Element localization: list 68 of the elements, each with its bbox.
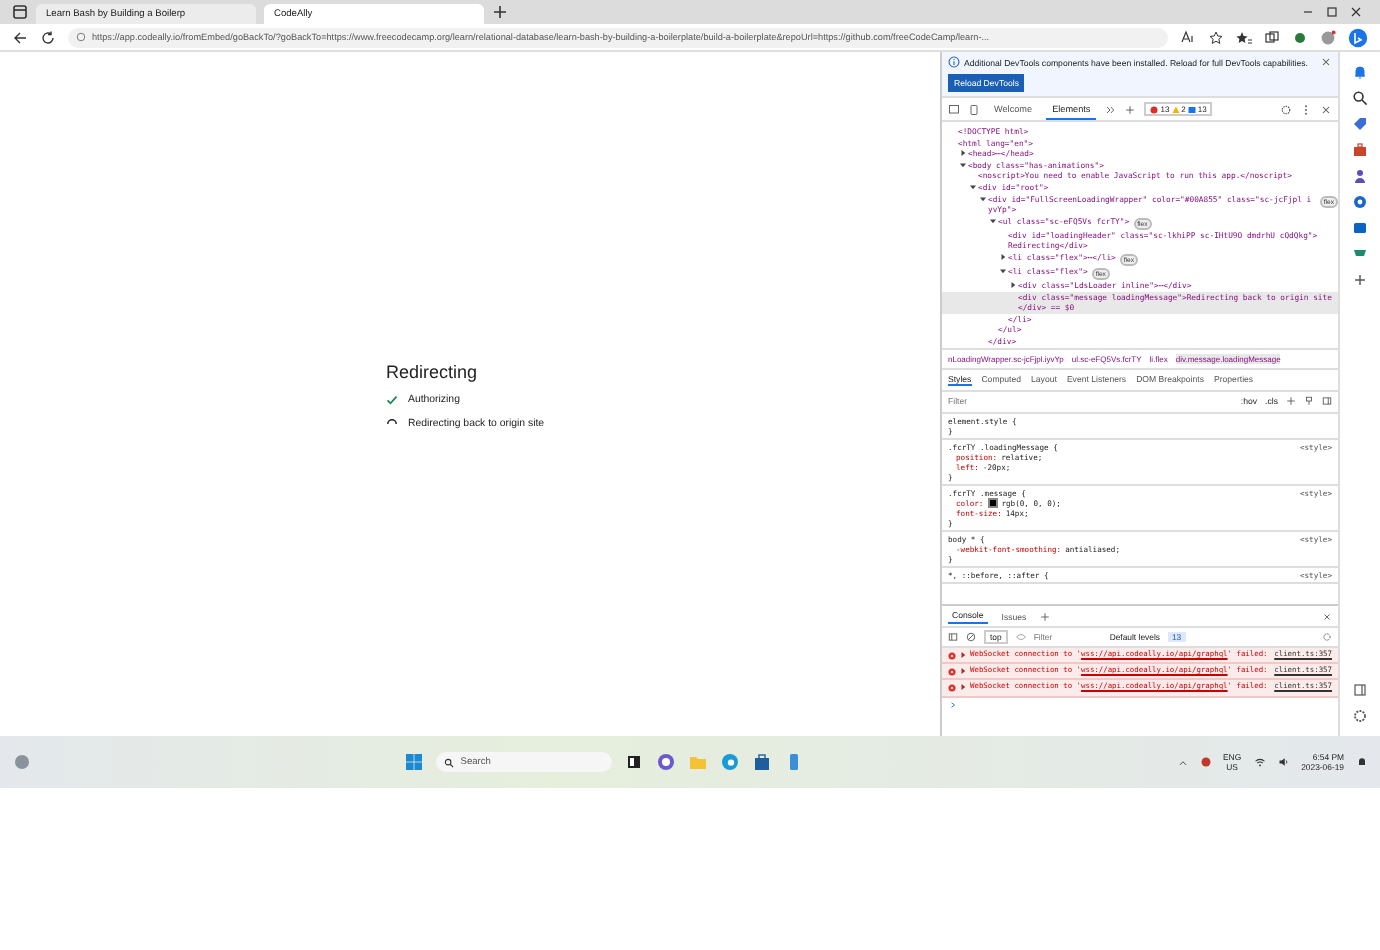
sidebar-toggle-icon[interactable] xyxy=(948,632,958,642)
add-icon[interactable] xyxy=(1124,103,1137,115)
info-icon xyxy=(1187,105,1196,113)
expand-triangle-icon[interactable] xyxy=(970,184,976,191)
expand-triangle-icon[interactable] xyxy=(960,652,966,658)
prompt-chevron-icon xyxy=(950,701,956,708)
expand-triangle-icon[interactable] xyxy=(990,218,996,225)
expand-triangle-icon[interactable] xyxy=(960,162,966,169)
more-tabs-icon[interactable] xyxy=(1104,103,1117,115)
tag-icon[interactable] xyxy=(1352,116,1368,132)
favorites-icon[interactable] xyxy=(1236,29,1252,45)
close-icon[interactable] xyxy=(1348,4,1364,20)
settings-icon[interactable] xyxy=(1280,103,1292,115)
expand-triangle-icon[interactable] xyxy=(1010,282,1016,289)
circle-icon[interactable] xyxy=(1352,194,1368,210)
expand-triangle-icon[interactable] xyxy=(1000,268,1006,275)
paint-icon[interactable] xyxy=(1304,396,1314,406)
store-icon[interactable] xyxy=(752,752,773,772)
color-swatch[interactable] xyxy=(987,497,998,507)
warning-icon xyxy=(1171,105,1180,113)
task-view-icon[interactable] xyxy=(624,752,645,772)
refresh-icon[interactable] xyxy=(40,29,56,45)
chevron-up-icon[interactable] xyxy=(1177,757,1187,767)
mail-icon[interactable] xyxy=(1352,220,1368,236)
error-icon xyxy=(948,684,956,693)
new-tab-icon[interactable] xyxy=(492,4,508,20)
add-icon[interactable] xyxy=(1352,272,1368,288)
close-icon[interactable] xyxy=(1320,56,1332,68)
expand-triangle-icon[interactable] xyxy=(960,150,966,157)
tab-actions-icon[interactable] xyxy=(12,4,28,20)
speaker-icon[interactable] xyxy=(1277,756,1290,768)
info-icon xyxy=(948,56,960,68)
error-icon xyxy=(1150,105,1159,113)
search-icon xyxy=(444,757,455,767)
maximize-icon[interactable] xyxy=(1324,4,1340,20)
error-icon xyxy=(948,668,956,677)
page-heading: Redirecting xyxy=(386,362,480,382)
error-icon xyxy=(948,652,956,660)
info-icon[interactable] xyxy=(76,32,86,42)
sidebar-toggle-icon[interactable] xyxy=(1322,396,1332,406)
briefcase-icon[interactable] xyxy=(1352,142,1368,158)
bing-chat-icon[interactable] xyxy=(1348,27,1368,47)
add-icon[interactable] xyxy=(1286,396,1296,406)
expand-triangle-icon[interactable] xyxy=(1000,254,1006,261)
device-icon[interactable] xyxy=(968,103,980,115)
add-icon[interactable] xyxy=(1040,611,1051,621)
read-aloud-icon[interactable] xyxy=(1180,29,1196,45)
notification-icon[interactable] xyxy=(1356,756,1368,768)
bell-icon[interactable] xyxy=(1352,64,1368,80)
back-icon[interactable] xyxy=(12,29,28,45)
search-icon[interactable] xyxy=(1352,90,1368,106)
expand-triangle-icon[interactable] xyxy=(960,684,966,691)
expand-triangle-icon[interactable] xyxy=(980,195,986,202)
star-icon[interactable] xyxy=(1208,29,1224,45)
sidebar-toggle-icon[interactable] xyxy=(1352,682,1368,698)
close-icon[interactable] xyxy=(1322,611,1332,621)
address-field[interactable] xyxy=(68,27,1168,47)
profile-avatar-icon[interactable] xyxy=(1320,29,1336,45)
browser-icon[interactable] xyxy=(720,752,741,772)
person-icon[interactable] xyxy=(1352,168,1368,184)
windows-start-icon[interactable] xyxy=(404,752,425,772)
collections-icon[interactable] xyxy=(1264,29,1280,45)
clear-console-icon[interactable] xyxy=(966,632,976,642)
inspect-icon[interactable] xyxy=(948,103,960,115)
settings-icon[interactable] xyxy=(1352,708,1368,724)
expand-triangle-icon[interactable] xyxy=(960,668,966,675)
wifi-icon[interactable] xyxy=(1253,756,1266,768)
close-icon[interactable] xyxy=(1320,103,1332,115)
